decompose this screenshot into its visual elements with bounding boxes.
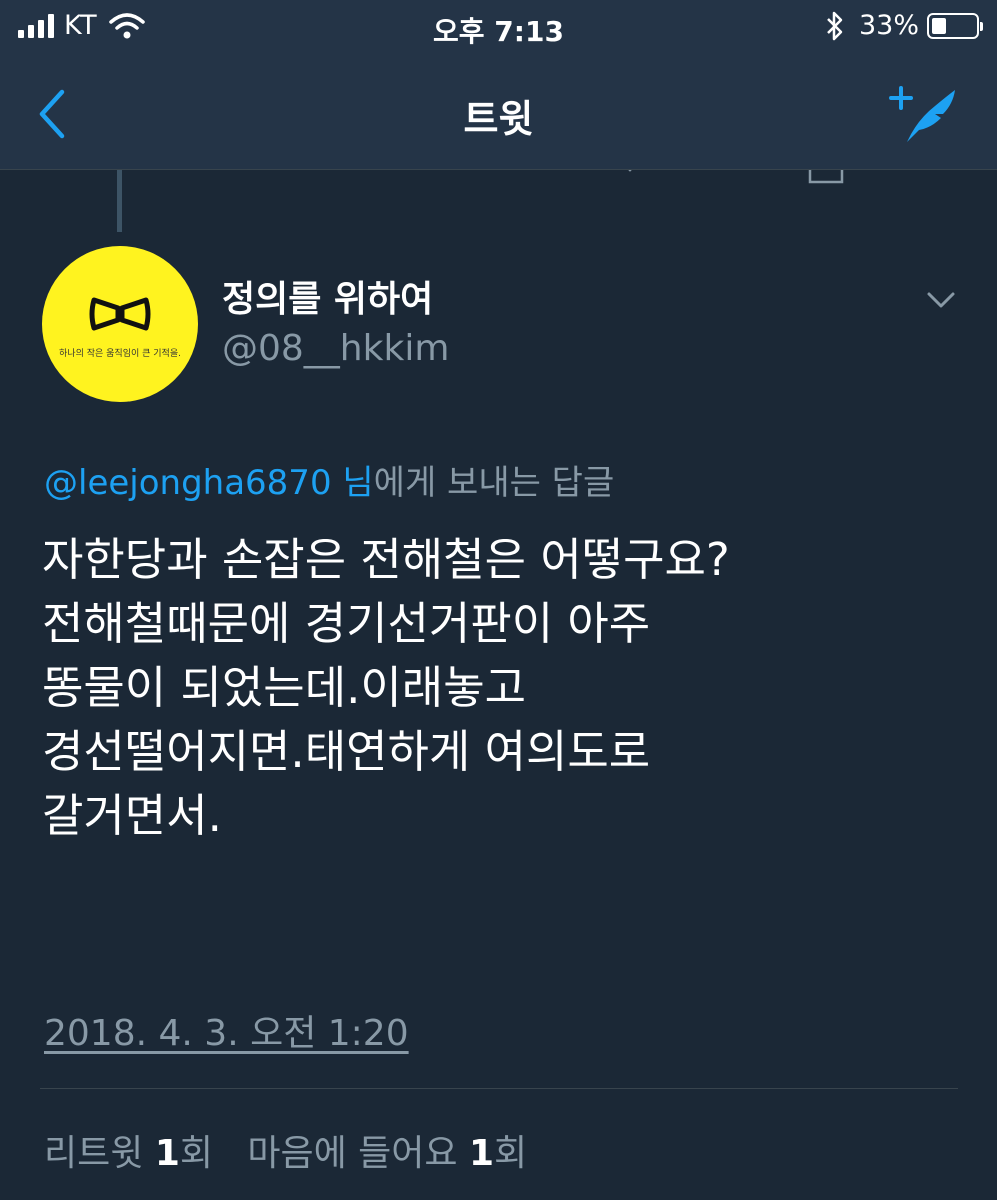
like-stat-unit: 회 [494, 1133, 528, 1174]
divider [40, 1088, 958, 1089]
compose-tweet-icon [889, 86, 955, 142]
status-bar-right: 33% [825, 10, 983, 41]
tweet-text-line: 경선떨어지면.태연하게 여의도로 [42, 725, 651, 778]
retweet-stat-unit: 회 [179, 1133, 214, 1174]
battery-percent: 33% [858, 10, 919, 41]
bluetooth-icon [827, 11, 843, 40]
tweet-text: 자한당과 손잡은 전해철은 어떻구요? 전해철때문에 경기선거판이 아주 똥물이… [42, 528, 972, 848]
battery-level [932, 17, 946, 34]
tweet-text-line: 똥물이 되었는데.이래놓고 [42, 661, 527, 714]
avatar-caption: 하나의 작은 움직임이 큰 기적을. [59, 349, 181, 359]
tweet-timestamp[interactable]: 2018. 4. 3. 오전 1:20 [44, 1004, 409, 1056]
navigation-bar: 트윗 [0, 58, 997, 170]
like-stat[interactable]: 마음에 들어요 1회 [247, 1133, 527, 1174]
retweet-stat-label: 리트윗 [44, 1133, 144, 1174]
status-bar: KT 오후 7:13 33% [0, 0, 997, 58]
tweet-text-line: 갈거면서. [42, 789, 222, 842]
reply-context: @leejongha6870 님에게 보내는 답글 [44, 455, 614, 504]
engagement-stats: 리트윗 1회 마음에 들어요 1회 [44, 1124, 527, 1176]
reply-suffix: 에게 보내는 답글 [373, 463, 615, 503]
page-title: 트윗 [463, 97, 534, 141]
chevron-down-icon [927, 292, 955, 308]
user-handle[interactable]: @08__hkkim [222, 328, 449, 369]
reply-mention-link[interactable]: @leejongha6870 님 [44, 463, 374, 503]
ribbon-icon [89, 297, 151, 331]
like-stat-label: 마음에 들어요 [247, 1133, 458, 1174]
like-stat-count: 1 [468, 1133, 495, 1174]
avatar[interactable]: 하나의 작은 움직임이 큰 기적을. [42, 246, 198, 402]
battery-icon [927, 12, 983, 39]
tweet-text-line: 전해철때문에 경기선거판이 아주 [42, 597, 651, 650]
tweet-options-button[interactable] [923, 282, 959, 318]
retweet-stat-count: 1 [154, 1133, 180, 1174]
retweet-stat[interactable]: 리트윗 1회 [44, 1133, 213, 1174]
tweet-text-line: 자한당과 손잡은 전해철은 어떻구요? [42, 533, 730, 586]
thread-connector-line [117, 170, 122, 232]
tweet-detail-screen: 2 40 10 KT [0, 0, 997, 1200]
display-name[interactable]: 정의를 위하여 [222, 270, 433, 322]
compose-tweet-button[interactable] [889, 82, 961, 146]
